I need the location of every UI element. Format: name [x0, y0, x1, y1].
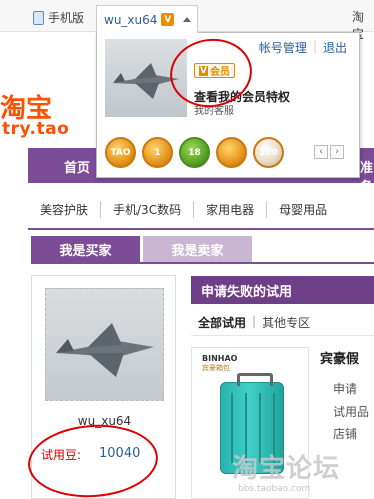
category-beauty[interactable]: 美容护肤 — [28, 200, 102, 218]
tab-seller[interactable]: 我是卖家 — [143, 236, 252, 262]
sub-tab-divider — [191, 335, 374, 336]
medal-one-icon[interactable]: 1 — [142, 137, 173, 168]
link-separator: | — [312, 39, 317, 53]
tab-all-trials[interactable]: 全部试用 — [198, 314, 246, 331]
tab-divider — [31, 262, 374, 264]
account-manage-link[interactable]: 帐号管理 — [259, 39, 307, 56]
profile-avatar[interactable] — [45, 288, 164, 401]
product-meta-apply: 申请 — [333, 382, 358, 396]
username: wu_xu64 — [104, 12, 158, 27]
mobile-version-label: 手机版 — [48, 11, 85, 25]
nav-home[interactable]: 首页 — [64, 157, 90, 176]
brand-name: BINHAO — [202, 354, 238, 363]
forum-watermark: 淘宝论坛 — [232, 454, 341, 484]
tab-buyer[interactable]: 我是买家 — [31, 236, 140, 262]
brand-sub: 宾豪箱包 — [202, 364, 230, 372]
account-links: 帐号管理 | 退出 — [259, 39, 347, 56]
medal-100-icon[interactable]: 100 — [253, 137, 284, 168]
category-appliances[interactable]: 家用电器 — [194, 200, 268, 218]
product-title[interactable]: 宾豪假 — [320, 348, 359, 367]
watermark-url: bbs.taobao.com — [238, 484, 311, 494]
medal-pager: ‹ › — [314, 145, 344, 159]
category-baby[interactable]: 母婴用品 — [267, 201, 339, 218]
medal-tao-icon[interactable]: TAO — [105, 137, 136, 168]
mobile-version-link[interactable]: 手机版 — [33, 9, 84, 26]
category-phone-digital[interactable]: 手机/3C数码 — [101, 200, 195, 218]
trial-sub-tabs: 全部试用 | 其他专区 — [198, 314, 310, 331]
header-arrow — [324, 276, 336, 304]
phone-icon — [33, 10, 44, 25]
product-meta-shop: 店铺 — [333, 427, 358, 441]
tab-other-zone[interactable]: 其他专区 — [262, 314, 310, 331]
try-logo-text: try.tao — [2, 119, 70, 139]
failed-trials-header: 申请失败的试用 — [191, 276, 374, 304]
sub-tab-separator: | — [252, 314, 257, 328]
jet-image — [56, 323, 154, 377]
vip-level-icon: V — [161, 13, 175, 26]
pager-next-button[interactable]: › — [330, 145, 344, 159]
logout-link[interactable]: 退出 — [323, 39, 347, 56]
category-bar: 美容护肤 手机/3C数码 家用电器 母婴用品 — [28, 195, 374, 223]
medal-18-icon[interactable]: 18 — [179, 137, 210, 168]
pager-prev-button[interactable]: ‹ — [314, 145, 328, 159]
nav-item-cut[interactable]: 准备 — [360, 157, 374, 195]
caret-up-icon — [183, 17, 192, 22]
category-divider — [28, 228, 374, 230]
medal-list: TAO 1 18 100 — [105, 137, 284, 168]
user-menu-trigger[interactable]: wu_xu64 V — [96, 5, 198, 33]
product-meta-trial: 试用品 — [333, 405, 370, 419]
brand-logo: BINHAO 宾豪箱包 — [202, 354, 237, 373]
medal-person-icon[interactable] — [216, 137, 247, 168]
